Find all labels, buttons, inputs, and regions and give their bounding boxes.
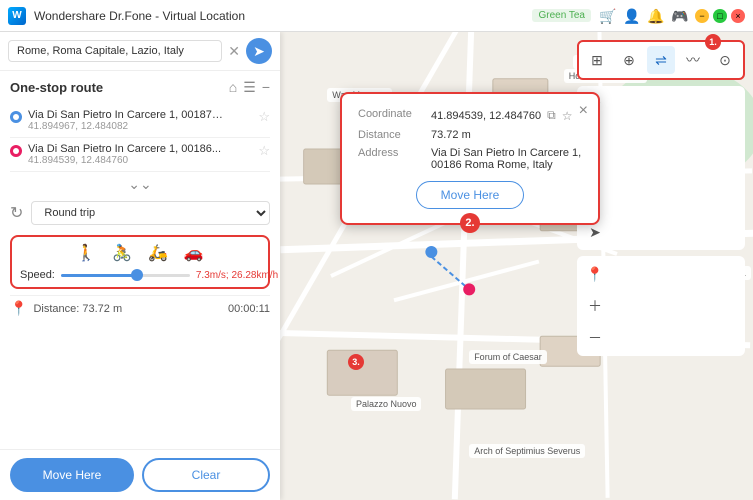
cart-icon[interactable]: 🛒 <box>599 8 615 24</box>
copy-icon[interactable]: ⧉ <box>547 108 556 123</box>
scooter-icon[interactable]: 🛵 <box>148 243 168 263</box>
route-header-icons: ⌂ ☰ − <box>229 79 270 96</box>
route-item-1-text: Via Di San Pietro In Carcere 1, 00187 Ro… <box>28 109 252 132</box>
walk-icon[interactable]: 🚶 <box>76 243 96 263</box>
main-container: ✕ ➤ One-stop route ⌂ ☰ − Via Di San Piet… <box>0 32 753 500</box>
popup-close-icon[interactable]: × <box>579 102 588 120</box>
speed-label: Speed: <box>20 269 55 281</box>
search-clear-icon[interactable]: ✕ <box>228 43 240 60</box>
speed-slider[interactable] <box>61 274 190 277</box>
search-bar: ✕ ➤ <box>0 32 280 71</box>
stats-distance: Distance: 73.72 m <box>33 303 222 315</box>
popup-addr-value: Via Di San Pietro In Carcere 1, 00186 Ro… <box>431 147 582 171</box>
favorite-star-2[interactable]: ☆ <box>258 143 270 159</box>
minimize-button[interactable]: − <box>695 9 709 23</box>
step-3-badge: 3. <box>348 354 364 370</box>
trip-options: ↻ Round trip One-way Loop <box>10 197 270 229</box>
popup-move-here-button[interactable]: Move Here <box>416 181 525 209</box>
route-tool[interactable]: ⇌ <box>647 46 675 74</box>
car-icon[interactable]: 🚗 <box>184 243 204 263</box>
clear-button[interactable]: Clear <box>142 458 270 492</box>
popup-distance-row: Distance 73.72 m <box>358 129 582 141</box>
side-tools: ☆ ⬇ ⏱ 📱 ➤ <box>577 86 745 250</box>
info-popup: × Coordinate 41.894539, 12.484760 ⧉ ☆ Di… <box>340 92 600 225</box>
step-2-badge: 2. <box>460 213 480 233</box>
route-dot-start <box>10 111 22 123</box>
map-label-forum: Forum of Caesar <box>469 350 547 364</box>
right-toolbar: ⊞ ⊕ ⇌ 〰 ⊙ 1. ☆ ⬇ ⏱ 📱 ➤ <box>577 40 745 356</box>
speed-section: 🚶 🚴 🛵 🚗 Speed: 7.3m/s; 26.28km/h <box>10 235 270 289</box>
list-icon[interactable]: ☰ <box>243 79 256 96</box>
distance-icon: 📍 <box>10 300 27 317</box>
search-input[interactable] <box>8 40 222 62</box>
bottom-stats: 📍 Distance: 73.72 m 00:00:11 <box>10 295 270 321</box>
popup-address-row: Address Via Di San Pietro In Carcere 1, … <box>358 147 582 171</box>
route-item-1-name: Via Di San Pietro In Carcere 1, 00187 Ro… <box>28 109 223 121</box>
route-title: One-stop route <box>10 80 103 95</box>
grid-tool[interactable]: ⊞ <box>583 46 611 74</box>
user-icon[interactable]: 👤 <box>623 8 639 24</box>
speed-slider-row: Speed: 7.3m/s; 26.28km/h <box>20 269 260 281</box>
favorite-star-1[interactable]: ☆ <box>258 109 270 125</box>
bike-icon[interactable]: 🚴 <box>112 243 132 263</box>
trip-repeat-icon: ↻ <box>10 203 23 223</box>
maximize-button[interactable]: □ <box>713 9 727 23</box>
map-area[interactable]: Hotel Trevi Palace Pace Helvetia Wax Mus… <box>280 32 753 500</box>
close-button[interactable]: × <box>731 9 745 23</box>
trip-type-select[interactable]: Round trip One-way Loop <box>31 201 270 225</box>
route-panel: One-stop route ⌂ ☰ − Via Di San Pietro I… <box>0 71 280 449</box>
settings-tool[interactable]: ⊙ <box>711 46 739 74</box>
zoom-in-tool[interactable]: ＋ <box>581 292 609 320</box>
titlebar-icons: 🛒 👤 🔔 🎮 <box>599 8 687 24</box>
expand-icon[interactable]: ⌄⌄ <box>10 172 270 197</box>
popup-dist-label: Distance <box>358 129 423 141</box>
map-label-palazzo: Palazzo Nuovo <box>351 397 422 411</box>
star-icon[interactable]: ☆ <box>562 109 573 123</box>
route-item-1-coords: 41.894967, 12.484082 <box>28 121 252 132</box>
transport-icons: 🚶 🚴 🛵 🚗 <box>20 243 260 263</box>
nodes-tool[interactable]: ⊕ <box>615 46 643 74</box>
popup-addr-label: Address <box>358 147 423 159</box>
titlebar: W Wondershare Dr.Fone - Virtual Location… <box>0 0 753 32</box>
map-canvas: Hotel Trevi Palace Pace Helvetia Wax Mus… <box>280 32 753 500</box>
game-icon[interactable]: 🎮 <box>671 8 687 24</box>
location-tool[interactable]: 📍 <box>581 260 609 288</box>
move-here-button[interactable]: Move Here <box>10 458 134 492</box>
route-item-2: Via Di San Pietro In Carcere 1, 00186...… <box>10 138 270 172</box>
app-title: Wondershare Dr.Fone - Virtual Location <box>34 9 524 23</box>
popup-coordinate-row: Coordinate 41.894539, 12.484760 ⧉ ☆ <box>358 108 582 123</box>
route-item-2-name: Via Di San Pietro In Carcere 1, 00186... <box>28 143 223 155</box>
popup-coord-value-row: 41.894539, 12.484760 ⧉ ☆ <box>431 108 572 123</box>
map-label-arch: Arch of Septimius Severus <box>469 444 585 458</box>
popup-coord-label: Coordinate <box>358 108 423 120</box>
left-panel: ✕ ➤ One-stop route ⌂ ☰ − Via Di San Piet… <box>0 32 280 500</box>
zoom-out-tool[interactable]: － <box>581 324 609 352</box>
route-item-2-text: Via Di San Pietro In Carcere 1, 00186...… <box>28 143 252 166</box>
search-go-button[interactable]: ➤ <box>246 38 272 64</box>
app-logo: W <box>8 7 26 25</box>
bell-icon[interactable]: 🔔 <box>647 8 663 24</box>
popup-coord-value: 41.894539, 12.484760 <box>431 110 541 122</box>
minimize-route-icon[interactable]: − <box>262 79 270 96</box>
green-tea-badge: Green Tea <box>532 9 591 22</box>
route-header: One-stop route ⌂ ☰ − <box>10 79 270 96</box>
step-1-badge: 1. <box>705 34 721 50</box>
home-icon[interactable]: ⌂ <box>229 79 237 96</box>
route-item: Via Di San Pietro In Carcere 1, 00187 Ro… <box>10 104 270 138</box>
zoom-tools: 📍 ＋ － <box>577 256 745 356</box>
stats-time: 00:00:11 <box>228 303 270 315</box>
popup-dist-value: 73.72 m <box>431 129 582 141</box>
route-dot-end <box>10 145 22 157</box>
path-tool[interactable]: 〰 <box>679 46 707 74</box>
action-buttons: Move Here Clear <box>0 449 280 500</box>
speed-value: 7.3m/s; 26.28km/h <box>196 270 278 281</box>
route-item-2-coords: 41.894539, 12.484760 <box>28 155 252 166</box>
